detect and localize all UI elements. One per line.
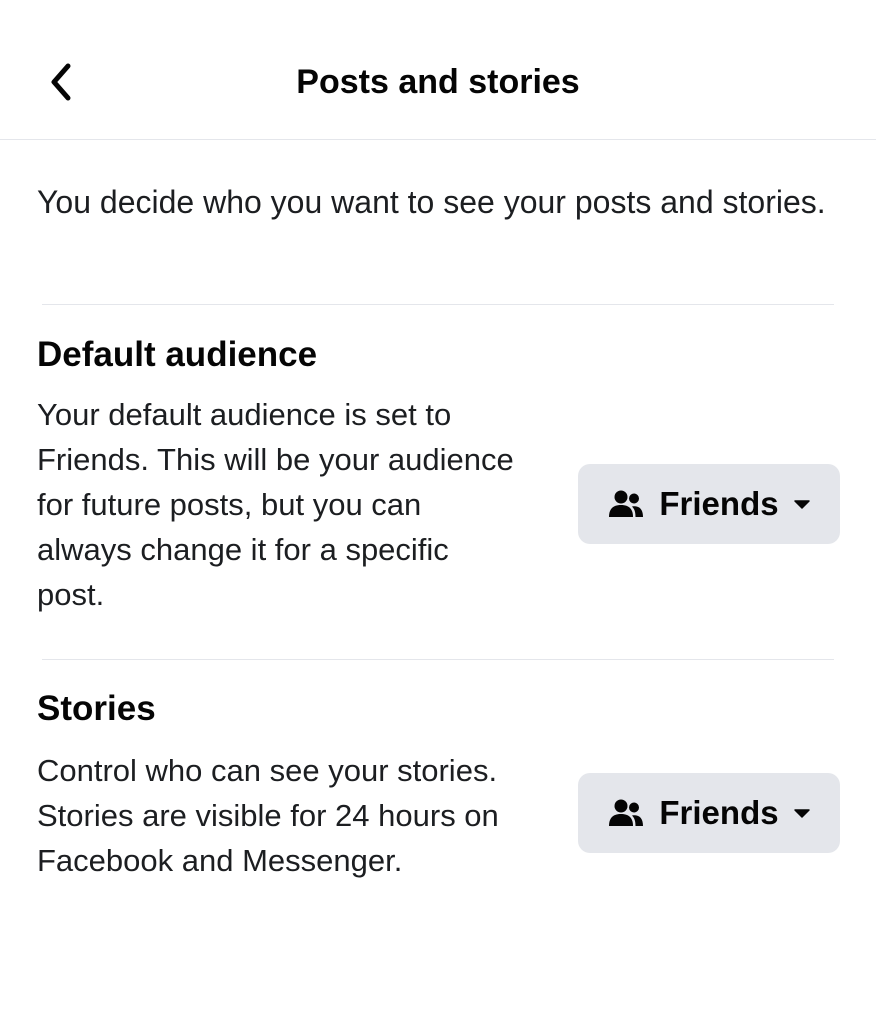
stories-description: Control who can see your stories. Storie… [37,753,499,878]
stories-title: Stories [37,689,156,728]
audience-label: Friends [659,794,779,831]
default-audience-selector[interactable]: Friends [578,464,840,544]
caret-down-icon [793,498,811,510]
default-audience-title: Default audience [37,335,318,374]
divider [42,659,834,660]
page-title: Posts and stories [296,63,580,101]
top-bar: Posts and stories [0,0,876,140]
stories-audience-selector[interactable]: Friends [578,773,840,853]
audience-label: Friends [659,485,779,522]
caret-down-icon [793,807,811,819]
friends-icon [607,798,645,828]
divider [42,304,834,305]
default-audience-description: Your default audience is set to Friends.… [37,397,514,612]
intro-text: You decide who you want to see your post… [37,184,826,220]
friends-icon [607,489,645,519]
